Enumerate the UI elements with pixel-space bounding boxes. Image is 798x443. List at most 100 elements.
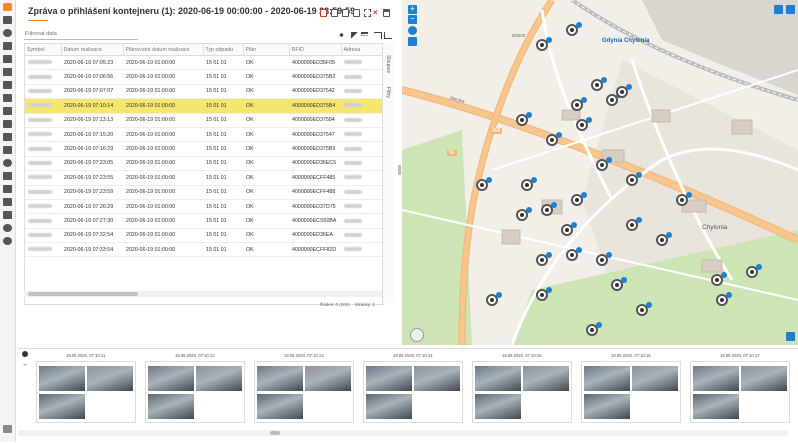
globe-icon[interactable]	[3, 237, 12, 245]
collapse-icon[interactable]	[384, 32, 392, 39]
wrench-icon[interactable]	[3, 107, 12, 115]
export-xls-button[interactable]	[331, 9, 338, 17]
container-marker-icon[interactable]	[586, 322, 602, 336]
camera-image-thumbnail[interactable]	[366, 394, 412, 419]
expand-icon[interactable]	[374, 32, 382, 39]
container-marker-icon[interactable]	[596, 157, 612, 171]
dashboard-icon[interactable]	[3, 16, 12, 24]
table-row[interactable]: 2020-06-19 07:15:20 2020-06-19 01:00:00 15…	[25, 127, 383, 143]
tab-filters[interactable]: Filtry	[385, 87, 391, 98]
container-marker-icon[interactable]	[546, 132, 562, 146]
container-marker-icon[interactable]	[476, 177, 492, 191]
container-marker-icon[interactable]	[576, 117, 592, 131]
camera-image-thumbnail[interactable]	[87, 366, 133, 391]
container-marker-icon[interactable]	[566, 22, 582, 36]
container-marker-icon[interactable]	[626, 217, 642, 231]
column-header[interactable]: RFID	[289, 44, 342, 56]
camera-image-thumbnail[interactable]	[584, 394, 630, 419]
camera-snapshot-card[interactable]	[472, 361, 572, 423]
table-row[interactable]: 2020-06-19 07:07:07 2020-06-19 01:00:00 15…	[25, 84, 383, 100]
container-marker-icon[interactable]	[541, 202, 557, 216]
container-marker-icon[interactable]	[566, 247, 582, 261]
document-icon[interactable]	[3, 425, 12, 433]
print-button[interactable]	[353, 9, 360, 17]
routes-icon[interactable]	[3, 55, 12, 63]
camera-image-thumbnail[interactable]	[148, 394, 194, 419]
chat-icon[interactable]	[3, 159, 12, 167]
container-marker-icon[interactable]	[516, 112, 532, 126]
camera-image-thumbnail[interactable]	[475, 394, 521, 419]
column-header[interactable]: Symbol	[25, 44, 62, 56]
container-marker-icon[interactable]	[711, 272, 727, 286]
camera-image-thumbnail[interactable]	[475, 366, 521, 391]
table-row[interactable]: 2020-06-19 07:23:55 2020-06-19 01:00:00 15…	[25, 170, 383, 186]
container-marker-icon[interactable]	[616, 84, 632, 98]
container-marker-icon[interactable]	[596, 252, 612, 266]
collapse-panel-icon[interactable]	[774, 5, 783, 14]
camera-image-thumbnail[interactable]	[39, 394, 85, 419]
gallery-scrollbar[interactable]	[18, 430, 788, 436]
truck-icon[interactable]	[3, 42, 12, 50]
layers-icon[interactable]	[408, 37, 417, 46]
app-logo-icon[interactable]	[3, 3, 12, 11]
table-row[interactable]: 2020-06-19 07:16:29 2020-06-19 01:00:00 15…	[25, 141, 383, 157]
container-marker-icon[interactable]	[656, 232, 672, 246]
container-marker-icon[interactable]	[611, 277, 627, 291]
container-marker-icon[interactable]	[716, 292, 732, 306]
container-marker-icon[interactable]	[516, 207, 532, 221]
table-row[interactable]: 2020-06-19 07:23:59 2020-06-19 01:00:00 15…	[25, 185, 383, 200]
camera-image-thumbnail[interactable]	[39, 366, 85, 391]
table-row[interactable]: 2020-06-19 07:27:30 2020-06-19 01:00:00 15…	[25, 213, 383, 229]
gear-icon[interactable]	[3, 211, 12, 219]
container-marker-icon[interactable]	[486, 292, 502, 306]
camera-image-thumbnail[interactable]	[148, 366, 194, 391]
user-icon[interactable]	[3, 224, 12, 232]
container-marker-icon[interactable]	[536, 37, 552, 51]
split-handle[interactable]	[398, 165, 401, 175]
cart-icon[interactable]	[3, 185, 12, 193]
gallery-scroll-thumb[interactable]	[270, 431, 280, 435]
info-icon[interactable]	[3, 29, 12, 37]
briefcase-icon[interactable]	[3, 68, 12, 76]
export-pdf-button[interactable]	[320, 9, 327, 17]
column-header[interactable]: Plán	[243, 44, 290, 56]
table-row[interactable]: 2020-06-19 07:05:23 2020-06-19 01:00:00 15…	[25, 55, 383, 71]
camera-image-thumbnail[interactable]	[414, 366, 460, 391]
container-marker-icon[interactable]	[536, 287, 552, 301]
camera-snapshot-card[interactable]	[690, 361, 790, 423]
tab-columns[interactable]: Sloupce	[385, 55, 391, 73]
container-marker-icon[interactable]	[606, 92, 622, 106]
column-header[interactable]: Typ odpadu	[203, 44, 244, 56]
container-marker-icon[interactable]	[571, 97, 587, 111]
table-row[interactable]: 2020-06-19 07:10:14 2020-06-19 01:00:00 15…	[25, 98, 383, 114]
close-icon[interactable]: ×	[373, 8, 378, 17]
calendar-icon[interactable]	[3, 94, 12, 102]
funnel-icon[interactable]	[361, 32, 368, 38]
gallery-back-arrow-icon[interactable]: ←	[22, 361, 29, 368]
camera-image-thumbnail[interactable]	[257, 366, 303, 391]
camera-image-thumbnail[interactable]	[693, 394, 739, 419]
column-header[interactable]: Adresa	[341, 44, 383, 56]
export-csv-button[interactable]	[342, 9, 349, 17]
map-view[interactable]: 468 56 Gdynia Chylonia Chylonia Morska D…	[402, 0, 798, 345]
camera-image-thumbnail[interactable]	[523, 366, 569, 391]
key-icon[interactable]	[3, 198, 12, 206]
camera-snapshot-card[interactable]	[581, 361, 681, 423]
list-icon[interactable]	[3, 120, 12, 128]
camera-image-thumbnail[interactable]	[196, 366, 242, 391]
camera-snapshot-card[interactable]	[363, 361, 463, 423]
camera-snapshot-card[interactable]	[36, 361, 136, 423]
container-marker-icon[interactable]	[561, 222, 577, 236]
camera-snapshot-card[interactable]	[254, 361, 354, 423]
camera-image-thumbnail[interactable]	[741, 366, 787, 391]
gallery-close-icon[interactable]	[22, 351, 28, 357]
table-row[interactable]: 2020-06-19 07:26:29 2020-06-19 01:00:00 15…	[25, 199, 383, 215]
filter-input[interactable]	[24, 29, 138, 40]
camera-image-thumbnail[interactable]	[584, 366, 630, 391]
container-marker-icon[interactable]	[676, 192, 692, 206]
star-icon[interactable]	[3, 146, 12, 154]
locate-icon[interactable]	[408, 26, 417, 35]
camera-image-thumbnail[interactable]	[366, 366, 412, 391]
table-row[interactable]: 2020-06-19 07:06:56 2020-06-19 01:00:00 15…	[25, 69, 383, 85]
container-marker-icon[interactable]	[521, 177, 537, 191]
